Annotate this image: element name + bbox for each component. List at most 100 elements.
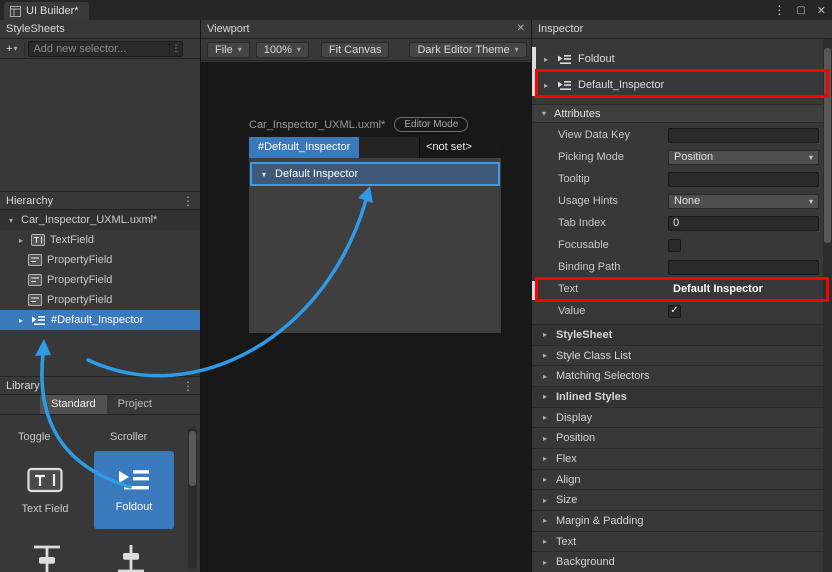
library-menu-icon[interactable]: ⋮	[182, 377, 194, 395]
section-align[interactable]: ▸ Align	[532, 469, 832, 490]
attributes-list: View Data Key Picking Mode Position ▾ To…	[532, 124, 832, 322]
zoom-dropdown[interactable]: 100% ▾	[256, 42, 309, 58]
add-selector-input[interactable]: Add new selector... ⋮	[28, 41, 183, 57]
chevron-collapsed-icon[interactable]: ▸	[541, 81, 551, 90]
chevron-collapsed-icon[interactable]: ▸	[541, 55, 551, 64]
section-label: StyleSheet	[556, 329, 612, 341]
inspector-scrollbar-thumb[interactable]	[824, 48, 831, 243]
library-scrollbar[interactable]	[188, 427, 197, 569]
section-flex[interactable]: ▸ Flex	[532, 448, 832, 469]
viewport-header: Viewport ✕	[201, 20, 531, 39]
section-background[interactable]: ▸ Background	[532, 551, 832, 572]
hierarchy-tree: ▾ Car_Inspector_UXML.uxml* ▸ TextField P…	[0, 210, 200, 330]
section-label: Flex	[556, 453, 577, 465]
inspector-type-row-instance[interactable]: ▸ Default_Inspector	[541, 73, 664, 97]
chevron-expanded-icon[interactable]: ▾	[259, 170, 269, 179]
section-style-class-list[interactable]: ▸ Style Class List	[532, 345, 832, 366]
viewport-canvas[interactable]: Car_Inspector_UXML.uxml* Editor Mode #De…	[201, 62, 531, 572]
library-tile-foldout[interactable]: Foldout	[94, 451, 174, 529]
section-display[interactable]: ▸ Display	[532, 407, 832, 428]
chevron-collapsed-icon: ▸	[540, 372, 550, 381]
section-margin-padding[interactable]: ▸ Margin & Padding	[532, 510, 832, 531]
library-header: Library ⋮	[0, 376, 200, 395]
propertyfield-icon	[28, 274, 42, 286]
not-set-dropdown[interactable]: <not set>	[419, 137, 501, 158]
selector-input-menu-icon[interactable]: ⋮	[169, 43, 182, 54]
inspector-scrollbar[interactable]	[823, 39, 832, 572]
inspector-type-row-foldout[interactable]: ▸ Foldout	[541, 47, 615, 71]
tree-row-propertyfield-1[interactable]: PropertyField	[0, 250, 200, 270]
picking-mode-value: Position	[674, 151, 713, 164]
inspector-title: Inspector	[538, 20, 583, 38]
tile-label: Foldout	[116, 501, 153, 513]
library-item-scroller-label[interactable]: Scroller	[110, 431, 147, 443]
value-checkbox[interactable]: ✓	[668, 305, 681, 318]
section-matching-selectors[interactable]: ▸ Matching Selectors	[532, 365, 832, 386]
chevron-collapsed-icon: ▸	[540, 496, 550, 505]
tree-row-textfield[interactable]: ▸ TextField	[0, 230, 200, 250]
section-label: Margin & Padding	[556, 515, 643, 527]
focusable-checkbox[interactable]	[668, 239, 681, 252]
binding-path-input[interactable]	[668, 260, 819, 275]
inspector-header: Inspector	[532, 20, 832, 39]
theme-dropdown[interactable]: Dark Editor Theme ▾	[409, 42, 526, 58]
attr-row-focusable: Focusable	[532, 234, 832, 256]
section-size[interactable]: ▸ Size	[532, 489, 832, 510]
slider-tile-icon[interactable]	[114, 541, 148, 572]
library-scrollbar-thumb[interactable]	[189, 431, 196, 486]
chevron-down-icon: ▾	[515, 45, 519, 54]
attr-label: Value	[558, 305, 668, 317]
canvas-document-title: Car_Inspector_UXML.uxml* Editor Mode	[249, 117, 468, 132]
tab-index-input[interactable]: 0	[668, 216, 819, 231]
hierarchy-menu-icon[interactable]: ⋮	[182, 192, 194, 210]
canvas-document[interactable]: #Default_Inspector <not set> ▾ Default I…	[249, 137, 501, 333]
section-inlined-styles[interactable]: ▸ Inlined Styles	[532, 386, 832, 407]
ui-builder-tab[interactable]: UI Builder*	[4, 2, 89, 20]
text-field-tile-icon	[27, 465, 63, 495]
tree-row-propertyfield-2[interactable]: PropertyField	[0, 270, 200, 290]
library-item-toggle-label[interactable]: Toggle	[18, 431, 50, 443]
section-text[interactable]: ▸ Text	[532, 531, 832, 552]
window-close-icon[interactable]: ✕	[817, 4, 826, 17]
chevron-collapsed-icon[interactable]: ▸	[16, 236, 26, 245]
text-input[interactable]: Default Inspector	[668, 282, 819, 297]
hierarchy-root-row[interactable]: ▾ Car_Inspector_UXML.uxml*	[0, 210, 200, 230]
tab-project[interactable]: Project	[107, 395, 163, 414]
add-selector-button[interactable]: + ▾	[2, 41, 21, 57]
canvas-foldout-element[interactable]: ▾ Default Inspector	[250, 162, 500, 186]
chevron-collapsed-icon: ▸	[540, 351, 550, 360]
library-tile-text-field[interactable]: Text Field	[4, 451, 86, 529]
window-maximize-icon[interactable]: ▢	[796, 5, 805, 16]
section-label: Align	[556, 474, 580, 486]
tree-row-default-inspector[interactable]: ▸ #Default_Inspector	[0, 310, 200, 330]
tree-item-label: PropertyField	[47, 294, 112, 306]
section-label: Style Class List	[556, 350, 631, 362]
usage-hints-dropdown[interactable]: None ▾	[668, 194, 819, 209]
slider-tile-icon[interactable]	[30, 541, 64, 572]
window-menu-icon[interactable]: ⋮	[773, 3, 785, 17]
section-stylesheet[interactable]: ▸ StyleSheet	[532, 324, 832, 345]
viewport-title: Viewport	[207, 20, 250, 38]
section-position[interactable]: ▸ Position	[532, 427, 832, 448]
view-data-key-input[interactable]	[668, 128, 819, 143]
file-menu-button[interactable]: File ▾	[207, 42, 250, 58]
library-tabs: Standard Project	[0, 395, 200, 415]
attributes-section-header[interactable]: ▾ Attributes	[532, 104, 832, 123]
chevron-collapsed-icon[interactable]: ▸	[16, 316, 26, 325]
window-tab-title: UI Builder*	[26, 5, 79, 17]
viewport-close-icon[interactable]: ✕	[517, 20, 525, 38]
tree-item-label: PropertyField	[47, 274, 112, 286]
chevron-collapsed-icon: ▸	[540, 475, 550, 484]
chevron-expanded-icon[interactable]: ▾	[6, 216, 16, 225]
editor-mode-badge[interactable]: Editor Mode	[394, 117, 468, 132]
picking-mode-dropdown[interactable]: Position ▾	[668, 150, 819, 165]
tooltip-input[interactable]	[668, 172, 819, 187]
window-titlebar: UI Builder* ⋮ ▢ ✕	[0, 0, 832, 20]
section-label: Display	[556, 412, 592, 424]
fit-canvas-button[interactable]: Fit Canvas	[321, 42, 390, 58]
section-label: Inlined Styles	[556, 391, 627, 403]
selector-placeholder: Add new selector...	[29, 43, 169, 55]
canvas-selected-element-tab[interactable]: #Default_Inspector	[249, 137, 359, 158]
tab-standard[interactable]: Standard	[40, 395, 107, 414]
tree-row-propertyfield-3[interactable]: PropertyField	[0, 290, 200, 310]
